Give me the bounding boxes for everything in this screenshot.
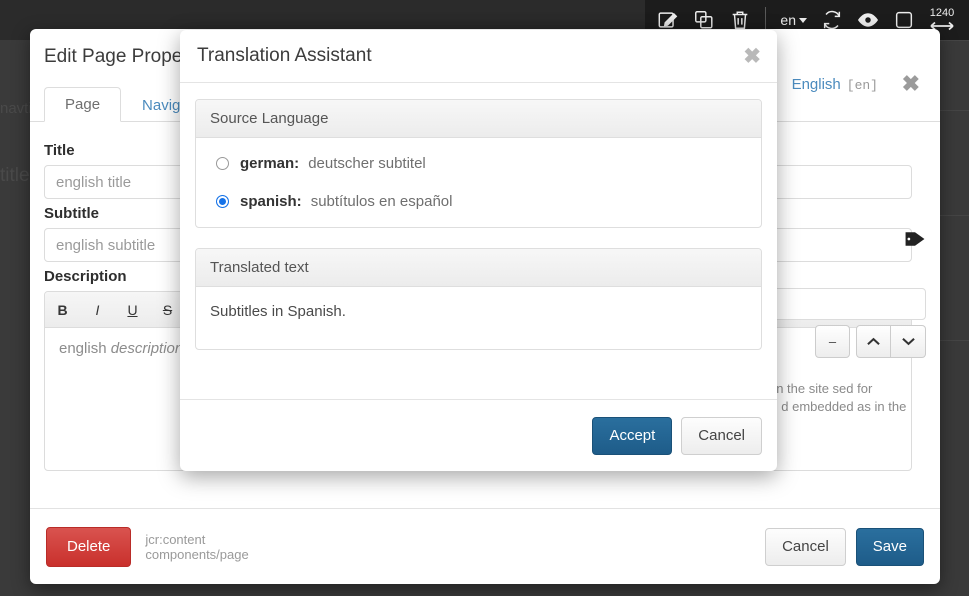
dialog-footer-actions: Cancel Save: [765, 527, 924, 566]
radio-spanish-key: spanish:: [240, 193, 302, 210]
radio-spanish-icon[interactable]: [216, 195, 229, 208]
edit-pencil-icon[interactable]: [657, 9, 679, 31]
tag-icon[interactable]: [904, 230, 926, 253]
dialog-language-label: English: [791, 76, 841, 93]
resource-path-line1: jcr:content: [145, 531, 206, 547]
language-selector[interactable]: en: [780, 12, 807, 28]
translation-assistant-footer: Accept Cancel: [180, 399, 777, 471]
keywords-controls: –: [815, 325, 926, 358]
translated-text-panel-title: Translated text: [196, 249, 761, 287]
keyword-reorder-group: [856, 325, 926, 358]
resource-path: jcr:content components/page: [145, 532, 248, 562]
translation-assistant-header: Translation Assistant ✖: [180, 30, 777, 83]
translated-text-content[interactable]: Subtitles in Spanish.: [196, 287, 761, 349]
refresh-icon[interactable]: [821, 9, 843, 31]
move-up-button[interactable]: [856, 325, 891, 358]
bold-button[interactable]: B: [45, 302, 80, 318]
trash-icon[interactable]: [729, 9, 751, 31]
cancel-button[interactable]: Cancel: [681, 416, 762, 455]
source-language-panel: Source Language german: deutscher subtit…: [195, 99, 762, 228]
cancel-button[interactable]: Cancel: [765, 527, 846, 566]
source-language-panel-title: Source Language: [196, 100, 761, 138]
square-frame-icon[interactable]: [893, 9, 915, 31]
copy-icon[interactable]: [693, 9, 715, 31]
translation-assistant-dialog: Translation Assistant ✖ Source Language …: [180, 30, 777, 471]
italic-button[interactable]: I: [80, 302, 115, 318]
translation-assistant-title: Translation Assistant: [197, 45, 372, 66]
delete-button[interactable]: Delete: [46, 526, 132, 567]
dialog-language-code: [en]: [846, 78, 878, 93]
radio-option-german[interactable]: german: deutscher subtitel: [210, 152, 747, 175]
radio-german-value: deutscher subtitel: [308, 155, 426, 172]
tab-page[interactable]: Page: [44, 87, 122, 122]
save-button[interactable]: Save: [855, 527, 924, 566]
keywords-input[interactable]: [766, 288, 926, 320]
description-text-italic: description: [110, 340, 184, 357]
resource-path-line2: components/page: [145, 546, 249, 562]
viewport-width-value: 1240: [929, 7, 955, 19]
close-icon[interactable]: ✖: [902, 73, 920, 95]
radio-spanish-value: subtítulos en español: [310, 193, 453, 210]
chevron-down-icon: [799, 17, 807, 23]
translation-assistant-body: Source Language german: deutscher subtit…: [180, 83, 777, 350]
close-icon[interactable]: ✖: [743, 46, 761, 67]
background-title-text: title: [0, 165, 30, 186]
underline-button[interactable]: U: [115, 302, 150, 318]
language-selector-label: en: [780, 12, 796, 28]
radio-german-icon[interactable]: [216, 157, 229, 170]
move-down-button[interactable]: [891, 325, 926, 358]
dialog-footer: Delete jcr:content components/page Cance…: [30, 508, 940, 584]
dialog-language-indicator[interactable]: English [en]: [792, 76, 878, 93]
eye-icon[interactable]: [857, 9, 879, 31]
translated-text-panel: Translated text Subtitles in Spanish.: [195, 248, 762, 350]
accept-button[interactable]: Accept: [592, 416, 673, 455]
radio-german-key: german:: [240, 155, 300, 172]
remove-keyword-button[interactable]: –: [815, 325, 850, 358]
description-text-plain: english: [59, 340, 111, 357]
source-language-options: german: deutscher subtitel spanish: subt…: [196, 138, 761, 227]
radio-option-spanish[interactable]: spanish: subtítulos en español: [210, 190, 747, 213]
